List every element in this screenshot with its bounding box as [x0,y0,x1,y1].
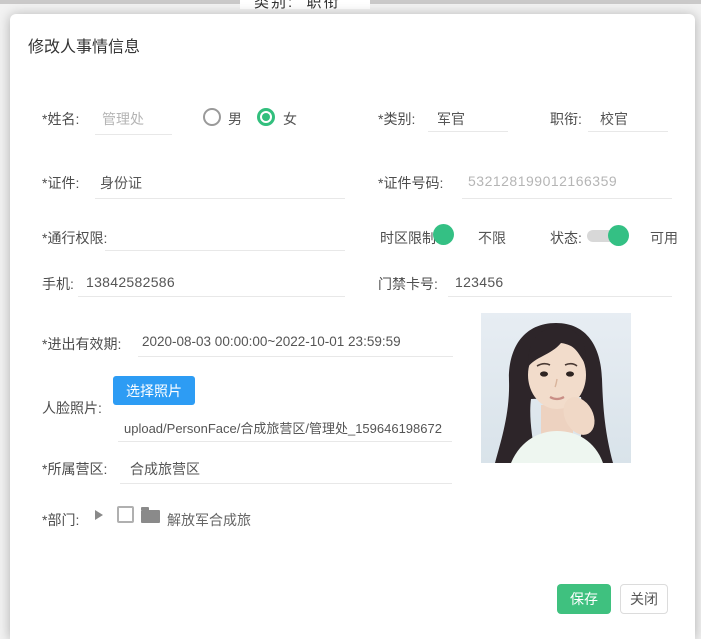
save-button[interactable]: 保存 [557,584,611,614]
id-number-underline [462,198,672,199]
face-photo-label: 人脸照片: [42,400,102,416]
category-input[interactable]: 军官 [437,109,465,129]
id-number-input[interactable]: 532128199012166359 [468,173,617,189]
rank-input[interactable]: 校官 [600,109,628,129]
dialog-title: 修改人事情信息 [28,39,141,56]
door-card-label: 门禁卡号: [378,276,438,292]
phone-underline [78,296,345,297]
tree-node-label[interactable]: 解放军合成旅 [167,510,251,530]
status-label: 状态: [550,230,582,246]
face-photo-underline [118,441,452,442]
gender-male-radio[interactable] [203,108,221,126]
choose-photo-button[interactable]: 选择照片 [113,376,195,405]
status-toggle[interactable] [587,225,629,247]
person-photo-image [481,313,631,463]
name-underline [95,134,172,135]
close-button[interactable]: 关闭 [620,584,668,614]
folder-icon [141,507,160,523]
validity-label: *进出有效期: [42,336,122,352]
tree-node-checkbox[interactable] [117,506,134,523]
access-permission-label: *通行权限: [42,230,108,246]
face-photo-path-input[interactable]: upload/PersonFace/合成旅营区/管理处_159646198672 [124,418,454,436]
access-permission-underline [105,250,345,251]
name-input[interactable]: 管理处 [102,109,144,129]
timezone-limit-label: 时区限制: [380,230,440,246]
background-clipped-text: 类别: 职衔 [240,0,370,9]
face-photo-path: upload/PersonFace/合成旅营区/管理处_159646198672 [124,421,442,436]
tree-expand-icon[interactable] [95,510,103,520]
person-photo [481,313,631,463]
gender-female-radio[interactable] [257,108,275,126]
rank-underline [588,131,668,132]
rank-label: 职衔: [550,111,582,127]
id-type-underline [95,198,345,199]
id-type-label: *证件: [42,175,80,191]
category-label: *类别: [378,111,416,127]
door-card-underline [448,296,672,297]
status-toggle-knob [608,225,629,246]
timezone-limit-state: 不限 [478,230,506,246]
camp-input[interactable]: 合成旅营区 [130,459,200,479]
door-card-input[interactable]: 123456 [455,274,504,290]
gender-female-label: 女 [283,111,297,127]
phone-label: 手机: [42,276,74,292]
phone-input[interactable]: 13842582586 [86,274,175,290]
status-state: 可用 [650,230,678,246]
camp-underline [120,483,452,484]
validity-underline [138,356,453,357]
gender-male-label: 男 [228,111,242,127]
name-label: *姓名: [42,111,80,127]
id-number-label: *证件号码: [378,175,444,191]
validity-input[interactable]: 2020-08-03 00:00:00~2022-10-01 23:59:59 [142,334,401,349]
timezone-limit-toggle[interactable] [433,224,454,245]
department-label: *部门: [42,512,80,528]
id-type-input[interactable]: 身份证 [100,173,142,193]
camp-label: *所属营区: [42,461,108,477]
category-underline [428,131,508,132]
